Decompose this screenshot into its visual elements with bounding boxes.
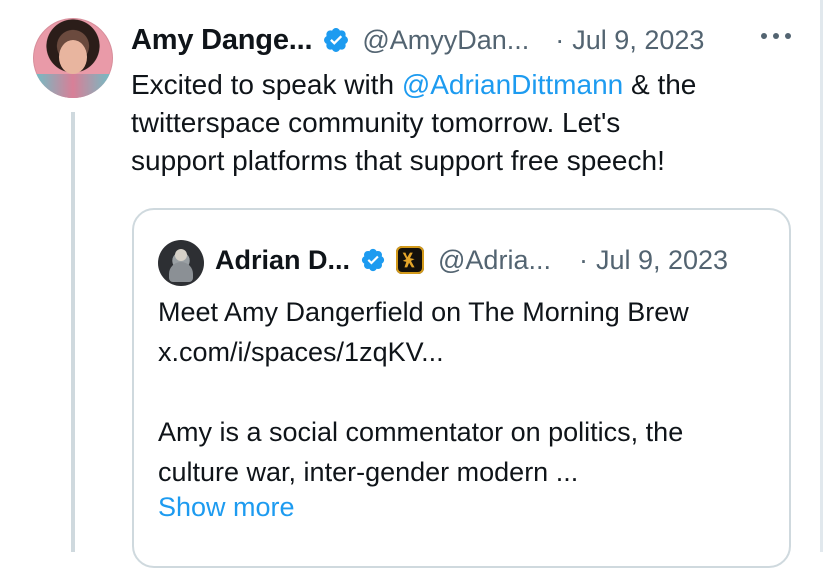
quoted-author-handle[interactable]: @Adria... xyxy=(438,245,551,276)
author-handle[interactable]: @AmyyDan... xyxy=(362,25,529,56)
tweet-header: Amy Dange... @AmyyDan... · Jul 9, 2023 xyxy=(131,18,704,62)
thread-connector-line xyxy=(71,112,75,552)
affiliate-badge-icon xyxy=(396,246,425,274)
more-options-icon[interactable] xyxy=(761,31,791,41)
quoted-tweet-text: Meet Amy Dangerfield on The Morning Brew… xyxy=(158,297,689,487)
author-avatar[interactable] xyxy=(33,18,113,98)
quoted-header-separator: · xyxy=(578,244,588,275)
quoted-tweet-card[interactable]: Adrian D... @Adria... · Jul 9, 2023 Meet… xyxy=(132,208,791,568)
mention-link[interactable]: @AdrianDittmann xyxy=(402,69,623,100)
quoted-author-name[interactable]: Adrian D... xyxy=(215,245,350,276)
quoted-tweet-date[interactable]: Jul 9, 2023 xyxy=(596,245,728,276)
quoted-author-avatar[interactable] xyxy=(158,240,204,286)
tweet-date[interactable]: Jul 9, 2023 xyxy=(572,25,704,56)
right-divider xyxy=(820,0,823,552)
quoted-tweet-header: Adrian D... @Adria... · Jul 9, 2023 xyxy=(215,238,728,282)
header-separator: · xyxy=(555,24,565,55)
tweet-text: Excited to speak with @AdrianDittmann & … xyxy=(131,66,781,180)
tweet-text-start: Excited to speak with xyxy=(131,69,402,100)
verified-badge-icon xyxy=(360,247,386,273)
author-name[interactable]: Amy Dange... xyxy=(131,24,313,57)
show-more-link[interactable]: Show more xyxy=(158,492,295,523)
verified-badge-icon xyxy=(322,26,350,54)
